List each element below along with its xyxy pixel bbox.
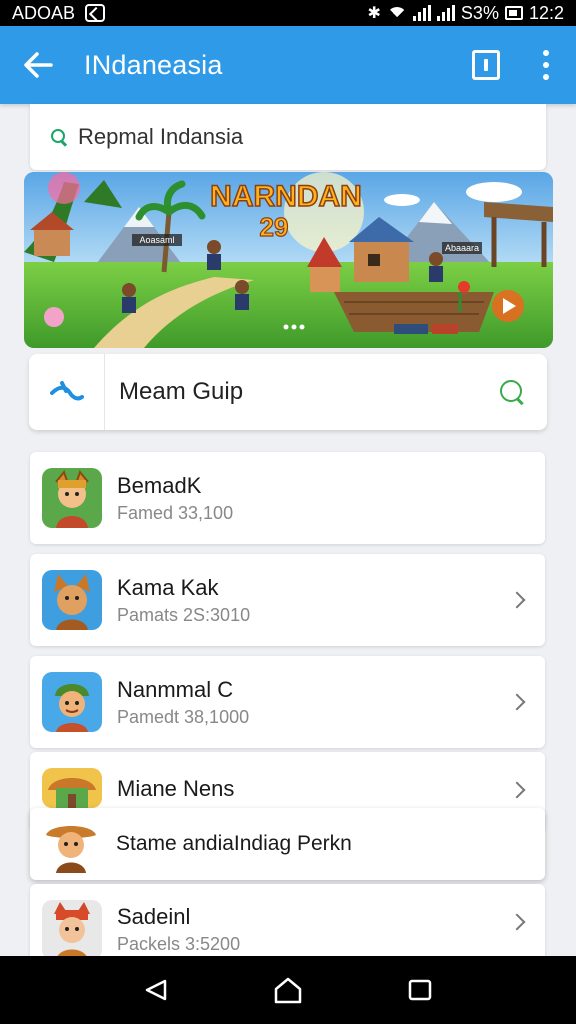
app-bar: INdaneasia <box>0 26 576 104</box>
search-icon[interactable] <box>499 379 525 405</box>
clock: 12:2 <box>528 2 564 23</box>
chevron-right-icon[interactable] <box>508 591 526 609</box>
list-item[interactable]: Sadeinl Packels 3:5200 <box>30 884 545 960</box>
featured-banner[interactable]: Aoasaml Abaaara NARNDAN 29 <box>24 172 553 348</box>
signal-icon-2 <box>436 5 455 21</box>
back-arrow-icon[interactable] <box>18 45 58 85</box>
list-item[interactable]: Nanmmal C Pamedt 38,1000 <box>30 656 545 748</box>
game-subtitle: Packels 3:5200 <box>117 934 241 954</box>
chevron-right-icon[interactable] <box>508 693 526 711</box>
quick-access-card[interactable]: Meam Guip <box>29 354 547 430</box>
list-item[interactable]: Kama Kak Pamats 2S:3010 <box>30 554 545 646</box>
game-subtitle: Famed 33,100 <box>117 502 234 523</box>
game-subtitle: Pamats 2S:3010 <box>117 604 251 625</box>
toast-text: Stame andiaIndiag Perkn <box>116 832 352 855</box>
game-subtitle: Pamedt 38,1000 <box>117 706 250 727</box>
page-title: INdaneasia <box>84 49 223 80</box>
play-icon[interactable] <box>492 290 524 322</box>
bookmark-icon[interactable] <box>472 50 500 80</box>
bluetooth-icon: ✱ <box>367 5 381 22</box>
battery-percent: S3% <box>460 2 499 23</box>
toast-card[interactable]: Stame andiaIndiag Perkn <box>30 808 545 880</box>
game-name: Sadeinl <box>117 904 191 929</box>
soldier-avatar-icon <box>42 672 102 732</box>
battery-icon <box>504 6 523 20</box>
system-nav-bar <box>0 956 576 1024</box>
quick-access-icon <box>29 354 105 430</box>
search-input[interactable]: Repmal Indansia <box>78 124 243 150</box>
house-avatar-icon <box>42 768 102 808</box>
notification-app-icon <box>85 4 106 22</box>
wifi-icon <box>386 5 407 21</box>
signal-icon <box>412 5 431 21</box>
cowboy-avatar-icon <box>42 815 100 873</box>
game-name: Kama Kak <box>117 574 219 600</box>
status-bar: ADOAB ✱ S3% 12:2 <box>0 0 576 26</box>
search-icon <box>50 128 68 146</box>
nav-recents-icon[interactable] <box>395 965 445 1015</box>
banner-sign-left: Aoasaml <box>139 235 174 245</box>
game-name: Nanmmal C <box>117 676 234 702</box>
quick-access-label: Meam Guip <box>119 378 244 405</box>
warrior-avatar-icon <box>42 468 102 528</box>
fox-avatar-icon <box>42 570 102 630</box>
nav-home-icon[interactable] <box>263 965 313 1015</box>
banner-number: 29 <box>260 212 289 242</box>
game-name: BemadK <box>117 472 202 498</box>
chevron-right-icon[interactable] <box>508 781 526 799</box>
chevron-right-icon[interactable] <box>508 913 526 931</box>
search-bar[interactable]: Repmal Indansia <box>30 104 546 170</box>
more-options-icon[interactable] <box>534 45 558 85</box>
mouse-avatar-icon <box>42 900 102 960</box>
banner-title: NARNDAN <box>210 180 362 213</box>
list-item[interactable]: BemadK Famed 33,100 <box>30 452 545 544</box>
banner-sign-right: Abaaara <box>445 243 479 253</box>
nav-back-icon[interactable] <box>131 965 181 1015</box>
banner-artwork: Aoasaml Abaaara NARNDAN 29 <box>24 172 553 348</box>
status-left-text: ADOAB <box>12 2 76 23</box>
game-name: Miane Nens <box>117 776 235 801</box>
